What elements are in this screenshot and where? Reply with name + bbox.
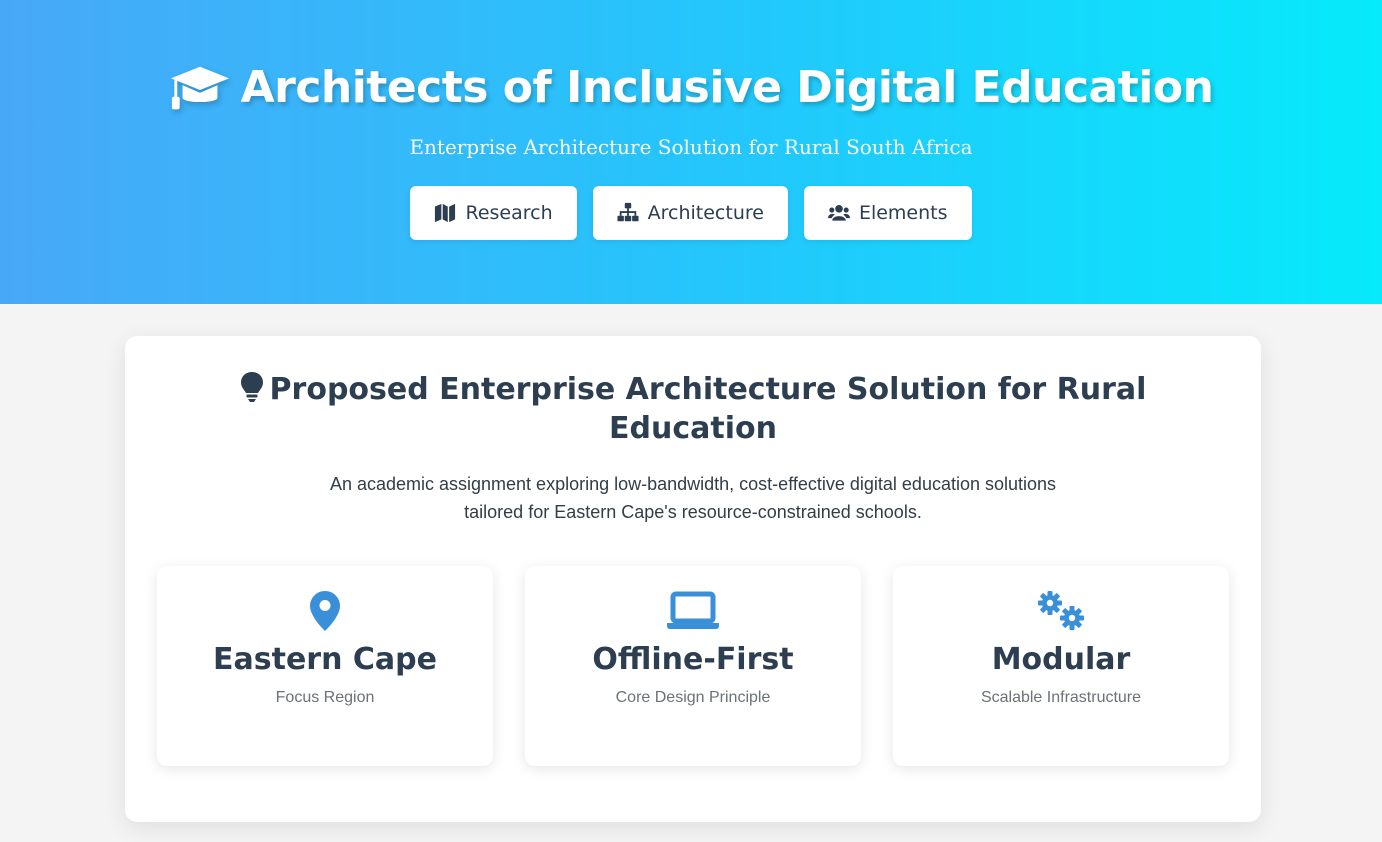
feature-title: Modular xyxy=(991,642,1131,677)
hero-header: Architects of Inclusive Digital Educatio… xyxy=(0,0,1382,304)
nav-button-architecture[interactable]: Architecture xyxy=(592,185,788,240)
users-icon xyxy=(827,204,850,221)
nav-button-elements[interactable]: Elements xyxy=(803,185,972,240)
nav-button-label: Elements xyxy=(858,201,948,224)
graduation-cap-icon xyxy=(170,66,229,109)
page-title: Architects of Inclusive Digital Educatio… xyxy=(169,62,1214,113)
page-subtitle: Enterprise Architecture Solution for Rur… xyxy=(409,134,973,159)
nav-button-research[interactable]: Research xyxy=(410,185,577,240)
feature-subtitle: Focus Region xyxy=(275,689,375,706)
sitemap-icon xyxy=(617,202,639,221)
feature-grid: Eastern Cape Focus Region Offline-First … xyxy=(157,566,1229,766)
lightbulb-icon xyxy=(240,372,263,402)
map-icon xyxy=(435,203,456,222)
cogs-icon xyxy=(1038,591,1084,630)
feature-title: Offline-First xyxy=(592,642,794,677)
section-title: Proposed Enterprise Architecture Solutio… xyxy=(228,370,1158,448)
nav-button-label: Research xyxy=(465,201,553,224)
feature-subtitle: Core Design Principle xyxy=(615,689,771,706)
main-nav: Research Architecture Elements xyxy=(0,185,1382,240)
feature-subtitle: Scalable Infrastructure xyxy=(980,689,1142,706)
feature-card-modular: Modular Scalable Infrastructure xyxy=(893,566,1229,766)
intro-card: Proposed Enterprise Architecture Solutio… xyxy=(125,336,1261,822)
nav-button-label: Architecture xyxy=(647,201,764,224)
feature-card-offline-first: Offline-First Core Design Principle xyxy=(525,566,861,766)
section-description: An academic assignment exploring low-ban… xyxy=(329,474,1057,522)
section-title-text: Proposed Enterprise Architecture Solutio… xyxy=(269,372,1147,446)
page-title-text: Architects of Inclusive Digital Educatio… xyxy=(240,62,1214,113)
feature-card-eastern-cape: Eastern Cape Focus Region xyxy=(157,566,493,766)
feature-title: Eastern Cape xyxy=(213,642,437,677)
map-marker-icon xyxy=(310,591,340,631)
laptop-icon xyxy=(667,591,719,629)
